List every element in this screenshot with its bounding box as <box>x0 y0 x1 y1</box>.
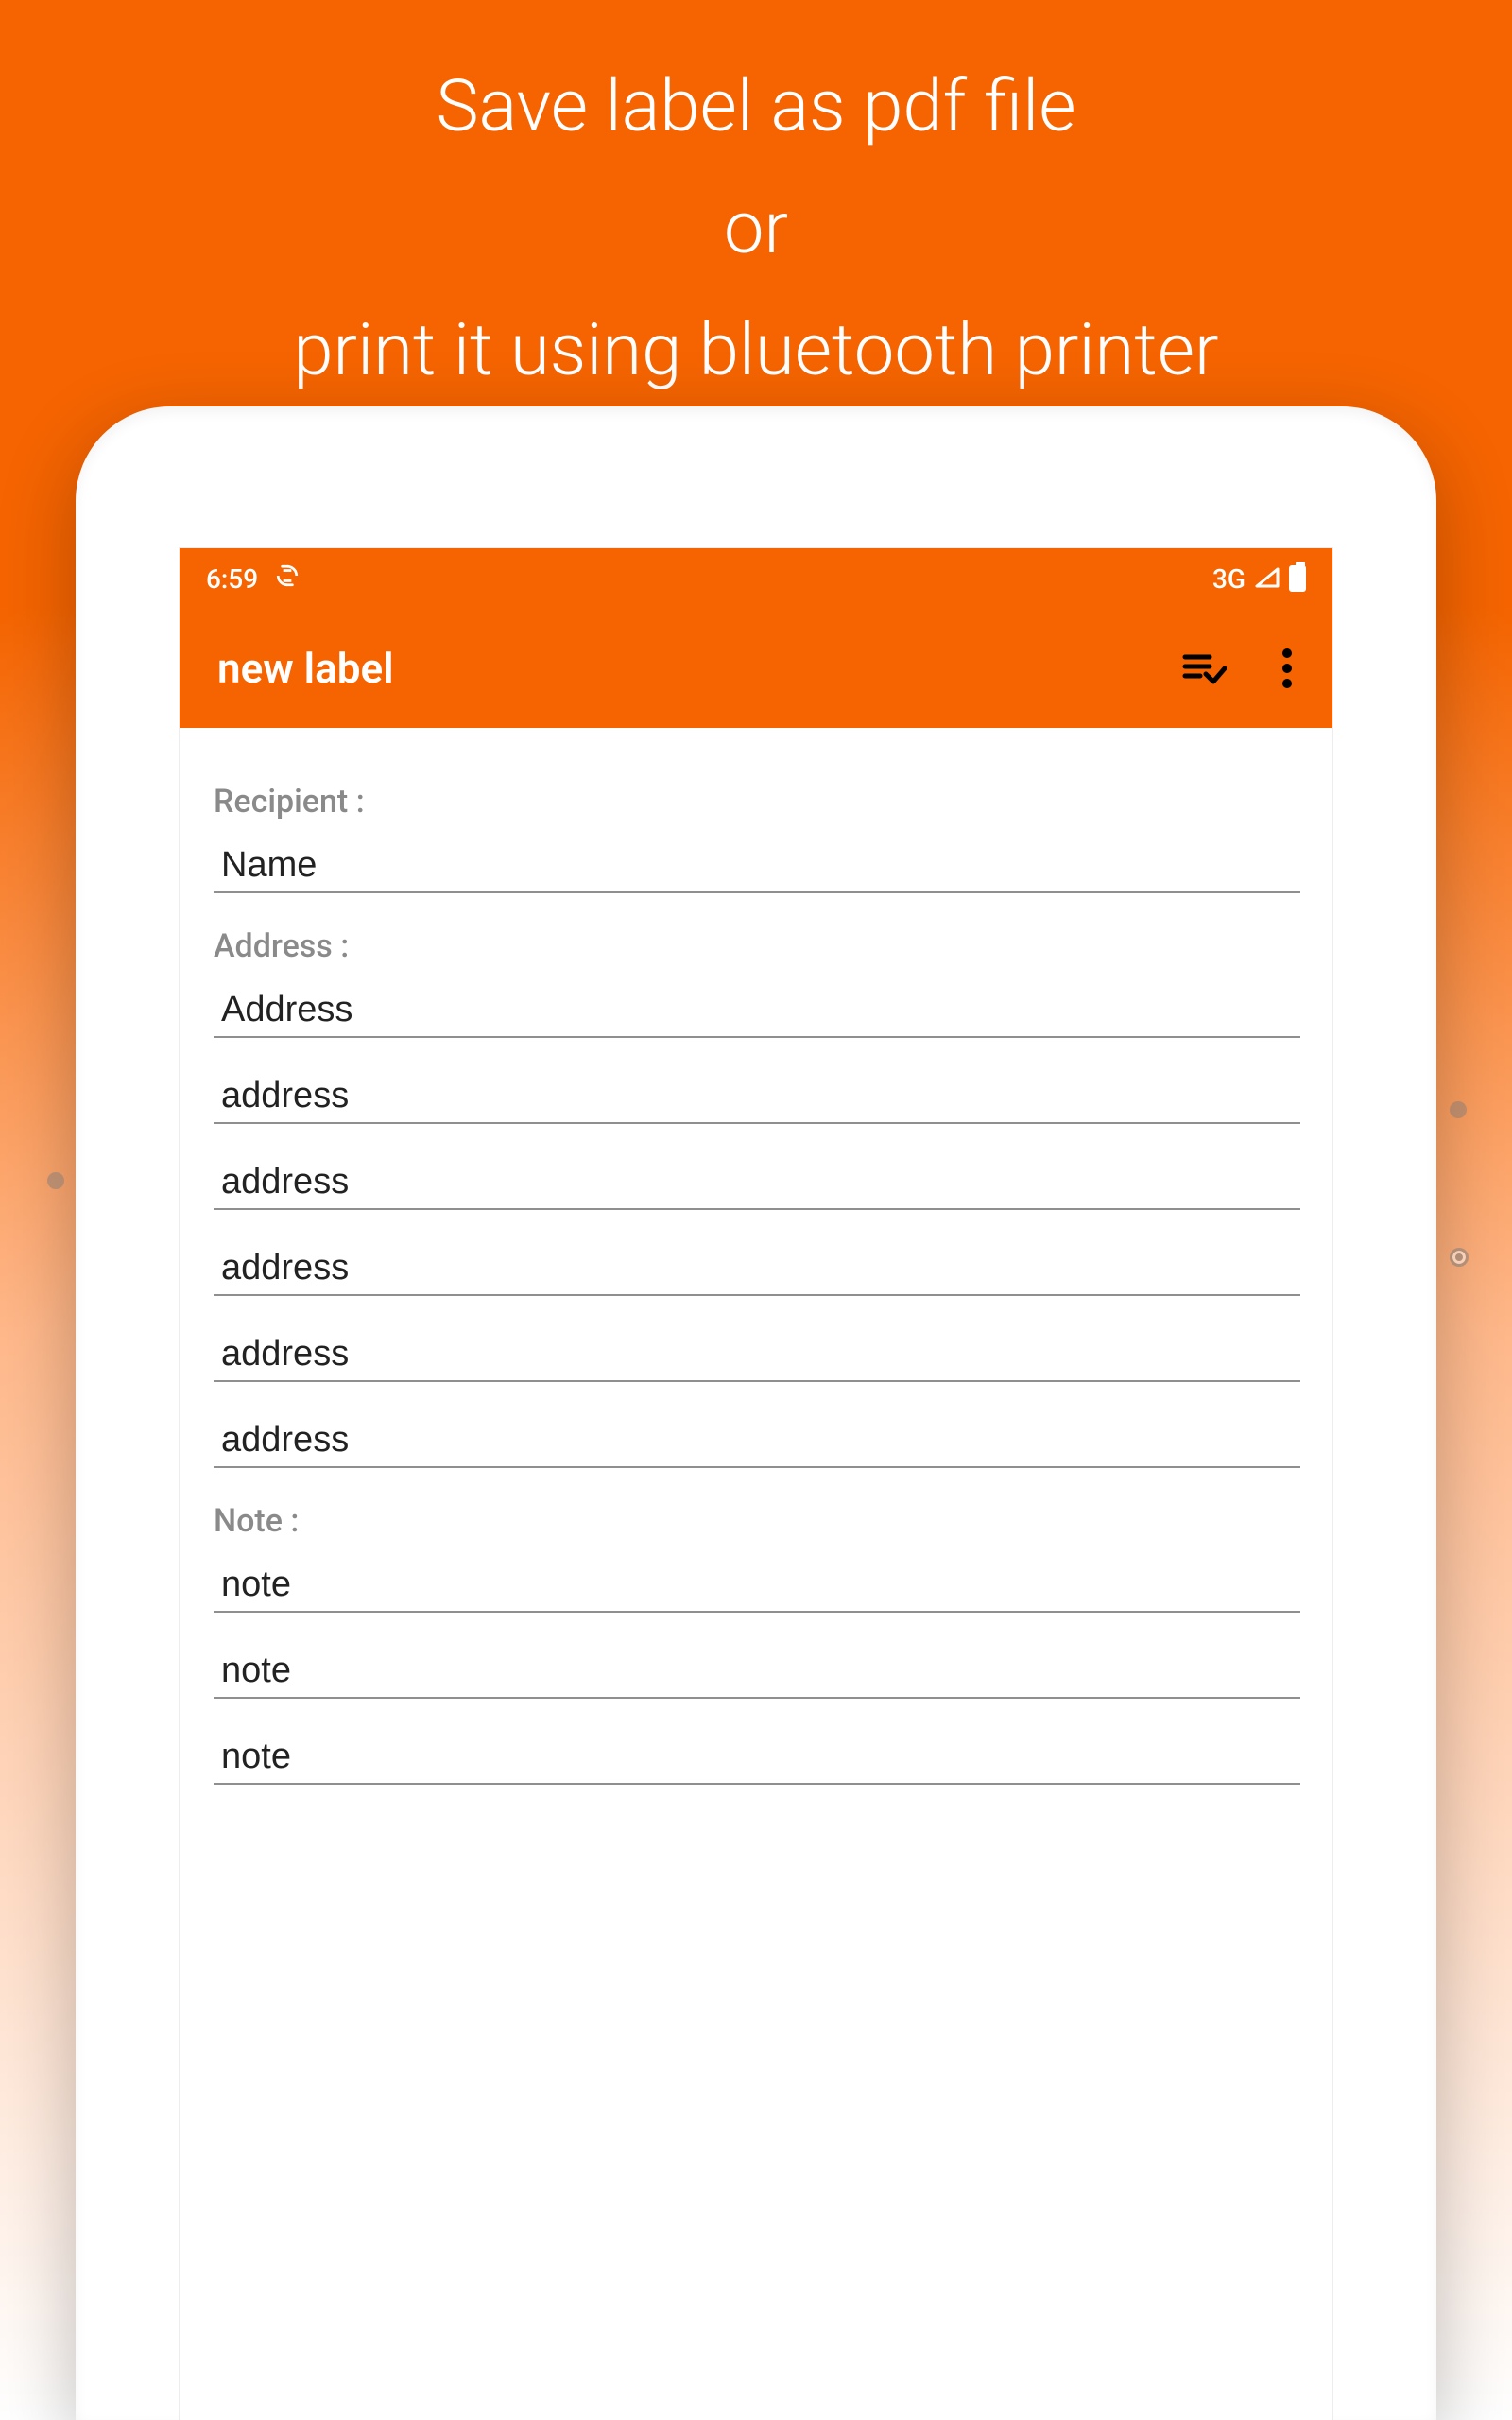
status-bar: 6:59 3G <box>180 548 1332 609</box>
recipient-label: Recipient : <box>214 783 1300 821</box>
address-input-6[interactable] <box>214 1410 1300 1468</box>
note-input-3[interactable] <box>214 1727 1300 1785</box>
address-input-3[interactable] <box>214 1152 1300 1210</box>
app-bar: new label <box>180 609 1332 728</box>
battery-icon <box>1289 565 1306 592</box>
address-input-1[interactable] <box>214 980 1300 1038</box>
tablet-frame: 6:59 3G <box>76 406 1436 2420</box>
tablet-hw-ring <box>1450 1248 1469 1267</box>
status-network: 3G <box>1212 563 1246 595</box>
app-title: new label <box>217 644 394 693</box>
promo-headline: Save label as pdf file or print it using… <box>0 45 1512 412</box>
form-content: Recipient : Address : Note : <box>180 728 1332 1785</box>
note-input-2[interactable] <box>214 1641 1300 1699</box>
sync-icon <box>275 563 300 595</box>
address-input-2[interactable] <box>214 1066 1300 1124</box>
playlist-check-icon[interactable] <box>1181 651 1227 685</box>
recipient-name-input[interactable] <box>214 836 1300 893</box>
note-input-1[interactable] <box>214 1555 1300 1613</box>
address-label: Address : <box>214 927 1300 965</box>
address-input-5[interactable] <box>214 1324 1300 1382</box>
status-time: 6:59 <box>206 563 258 595</box>
tablet-hw-dot <box>1450 1101 1467 1118</box>
promo-line-2: or <box>0 167 1512 289</box>
promo-background: Save label as pdf file or print it using… <box>0 0 1512 2420</box>
address-input-4[interactable] <box>214 1238 1300 1296</box>
promo-line-1: Save label as pdf file <box>0 45 1512 167</box>
promo-line-3: print it using bluetooth printer <box>0 289 1512 411</box>
signal-icon <box>1255 563 1280 595</box>
more-vert-icon[interactable] <box>1280 648 1295 689</box>
note-label: Note : <box>214 1502 1300 1540</box>
app-screen: 6:59 3G <box>180 548 1332 2420</box>
